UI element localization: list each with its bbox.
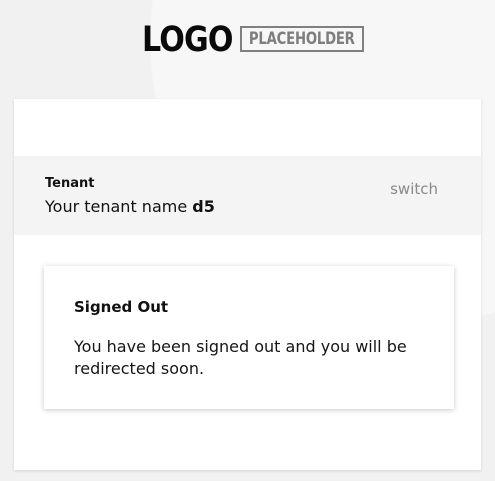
- notice-title: Signed Out: [74, 298, 169, 316]
- logo-word: LOGO: [142, 20, 233, 60]
- tenant-name: Your tenant name d5: [45, 197, 215, 216]
- signed-out-notice: Signed Out You have been signed out and …: [44, 266, 454, 409]
- logo-placeholder-box: PLACEHOLDER: [240, 26, 364, 52]
- tenant-name-prefix: Your tenant name: [45, 197, 193, 216]
- switch-tenant-link[interactable]: switch: [390, 180, 438, 198]
- notice-message: You have been signed out and you will be…: [74, 337, 407, 378]
- tenant-section: Tenant Your tenant name d5 switch: [14, 156, 481, 235]
- tenant-name-value: d5: [192, 197, 215, 216]
- logo: LOGO PLACEHOLDER: [142, 22, 368, 58]
- signin-card: Tenant Your tenant name d5 switch Signed…: [14, 99, 481, 470]
- logo-placeholder-text: PLACEHOLDER: [249, 29, 355, 49]
- tenant-label: Tenant: [45, 176, 95, 191]
